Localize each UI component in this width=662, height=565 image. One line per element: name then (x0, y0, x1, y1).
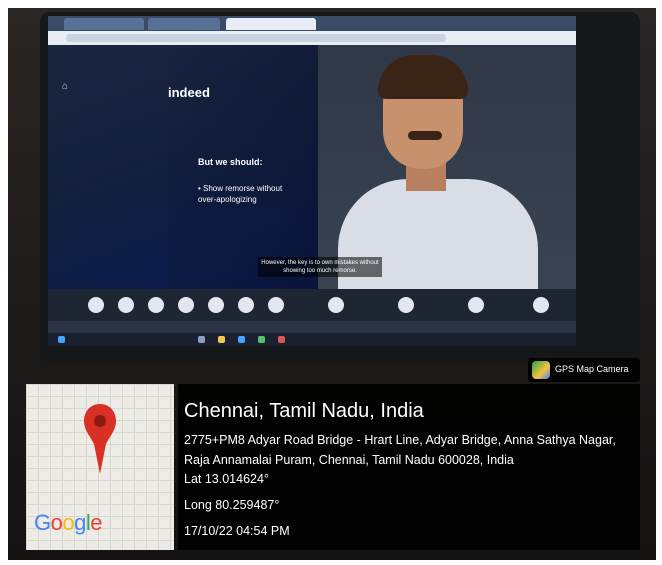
start-icon (58, 336, 65, 343)
address-url (66, 34, 446, 42)
taskbar-icon (278, 336, 285, 343)
participant-avatar (533, 297, 549, 313)
participant-avatar (88, 297, 104, 313)
browser-tab (64, 18, 144, 30)
browser-tab-bar (48, 16, 576, 31)
browser-tab-active (226, 18, 316, 30)
map-thumbnail: Google (26, 384, 174, 550)
home-icon: ⌂ (62, 81, 69, 92)
longitude: Long 80.259487° (184, 498, 280, 512)
participant-avatar (238, 297, 254, 313)
map-pin-icon (84, 404, 116, 474)
slide-title: But we should: (198, 157, 263, 167)
place-name: Chennai, Tamil Nadu, India (184, 400, 424, 422)
participant-avatar (268, 297, 284, 313)
browser-tab (148, 18, 220, 30)
participant-avatar (328, 297, 344, 313)
location-info-panel: Chennai, Tamil Nadu, India 2775+PM8 Adya… (178, 384, 640, 550)
laptop-screen: ⌂ indeed But we should: • Show remorse w… (48, 16, 576, 346)
participant-avatar (178, 297, 194, 313)
presentation-slide: ⌂ indeed But we should: • Show remorse w… (48, 45, 328, 289)
video-caption: However, the key is to own mistakes with… (258, 257, 382, 277)
browser-bottom-bar (48, 321, 576, 333)
slide-bullet: • Show remorse without over-apologizing (198, 184, 283, 204)
slide-shadow (168, 45, 328, 289)
photo: ⌂ indeed But we should: • Show remorse w… (0, 0, 662, 565)
participant-avatar (468, 297, 484, 313)
gps-camera-label: GPS Map Camera (555, 364, 629, 374)
timestamp: 17/10/22 04:54 PM (184, 524, 290, 538)
gps-camera-app-icon (532, 361, 550, 379)
taskbar-icon (218, 336, 225, 343)
video-call-area: ⌂ indeed But we should: • Show remorse w… (48, 45, 576, 289)
presenter-hair (378, 55, 468, 99)
gps-camera-badge: GPS Map Camera (528, 358, 640, 382)
browser-address-bar (48, 31, 576, 45)
latitude: Lat 13.014624° (184, 472, 269, 486)
indeed-logo: indeed (168, 85, 210, 100)
participant-avatar (118, 297, 134, 313)
taskbar-icon (238, 336, 245, 343)
street-address: 2775+PM8 Adyar Road Bridge - Hrart Line,… (184, 433, 616, 467)
participant-avatar (398, 297, 414, 313)
participant-strip (48, 289, 576, 321)
taskbar-icon (198, 336, 205, 343)
presenter-camera (318, 45, 576, 289)
presenter-moustache (408, 131, 442, 140)
participant-avatar (208, 297, 224, 313)
taskbar-icon (258, 336, 265, 343)
windows-taskbar (48, 333, 576, 346)
participant-avatar (148, 297, 164, 313)
google-logo: Google (34, 510, 103, 535)
